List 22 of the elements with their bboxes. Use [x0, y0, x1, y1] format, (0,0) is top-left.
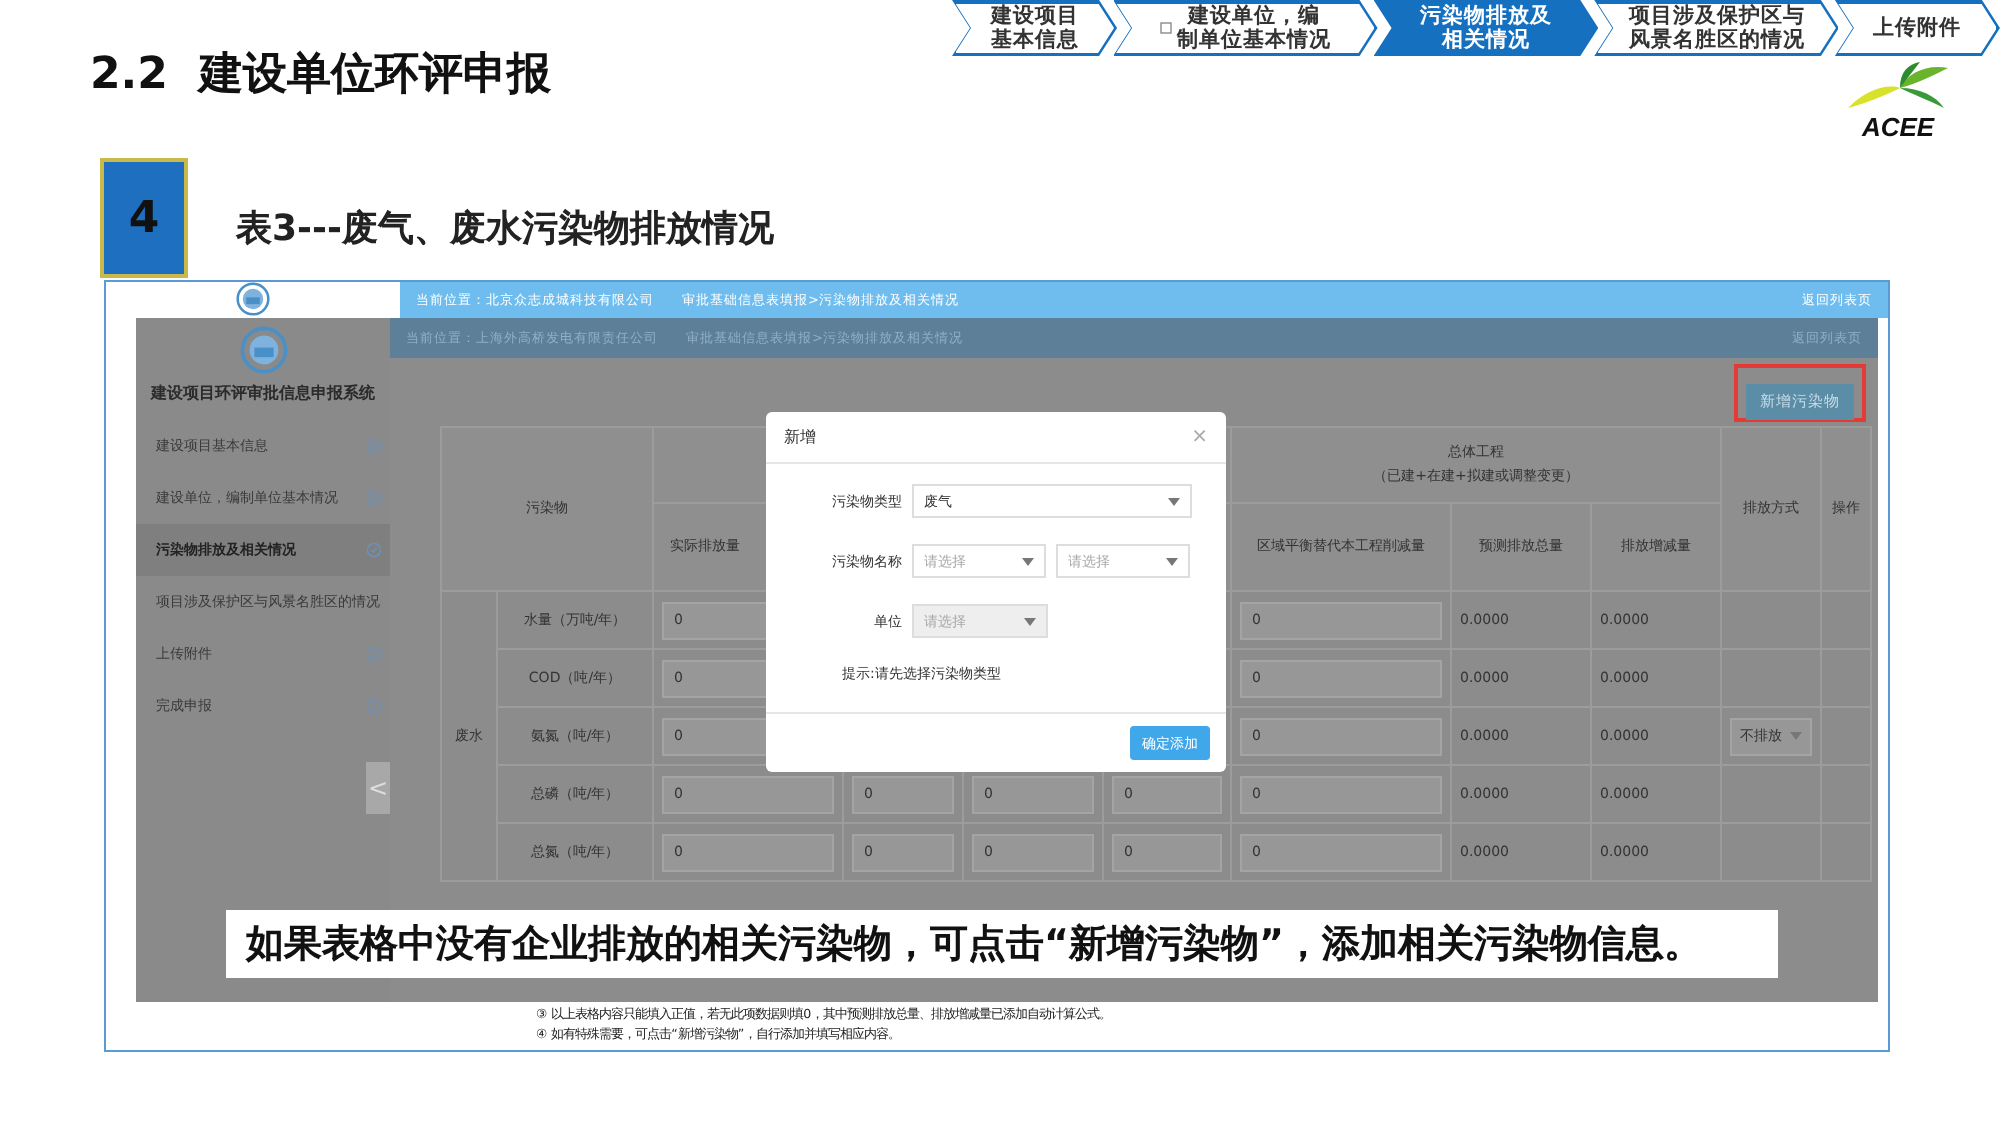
caret-icon	[1024, 617, 1036, 625]
dialog-title: 新增	[784, 426, 816, 448]
caret-icon	[1790, 732, 1802, 740]
emblem-icon	[236, 282, 270, 316]
caret-icon	[1022, 557, 1034, 565]
check-circle-icon	[366, 438, 382, 454]
slide-title: 2.2 建设单位环评申报	[88, 48, 553, 104]
step-tab[interactable]: 建设项目 基本信息	[955, 3, 1115, 53]
caret-icon	[1166, 557, 1178, 565]
check-circle-icon	[366, 490, 382, 506]
emblem-icon	[239, 326, 287, 374]
step-tab[interactable]: 建设单位，编 制单位基本情况	[1116, 3, 1375, 53]
image-icon	[1159, 22, 1172, 34]
logo-text: ACEE	[1861, 112, 1935, 142]
step-tab[interactable]: 上传附件	[1837, 3, 1997, 53]
close-button[interactable]: ×	[1191, 426, 1208, 448]
system-title: 建设项目环评审批信息申报系统	[148, 382, 377, 404]
section-number: 4	[100, 158, 188, 278]
check-circle-icon	[366, 542, 382, 558]
step-tab[interactable]: 项目涉及保护区与 风景名胜区的情况	[1597, 3, 1836, 53]
section-heading: 表3---废气、废水污染物排放情况	[236, 206, 774, 252]
caption: 如果表格中没有企业排放的相关污染物，可点击“新增污染物”，添加相关污染物信息。	[226, 910, 1778, 978]
